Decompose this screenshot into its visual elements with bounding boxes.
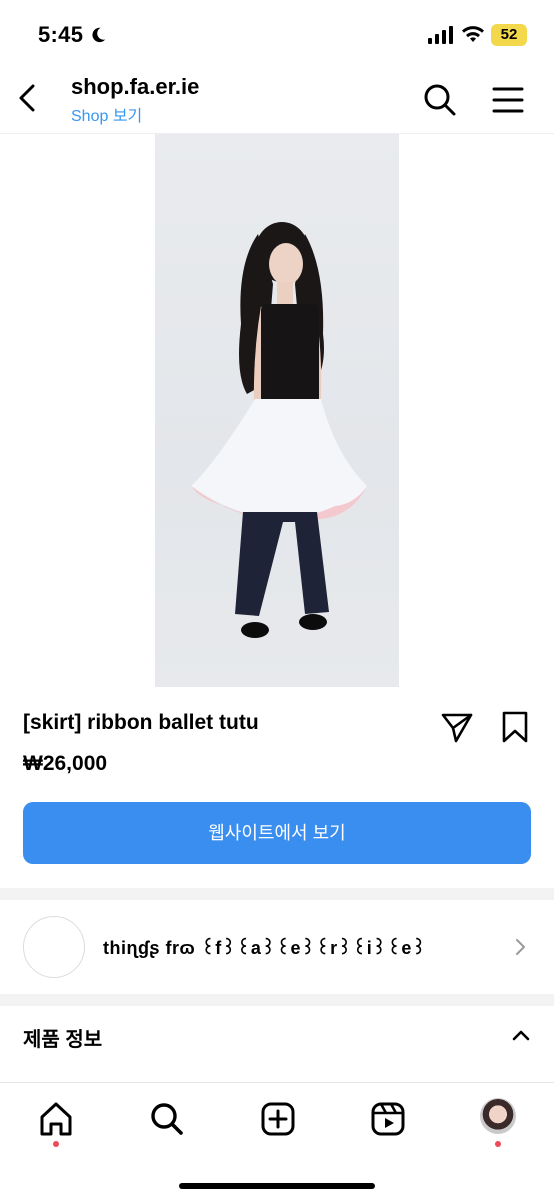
product-photo-illustration (191, 222, 367, 638)
home-notification-dot (53, 1141, 59, 1147)
home-indicator (179, 1183, 375, 1189)
product-details-title: 제품 정보 (23, 1029, 103, 1051)
status-bar: 5:45 52 (0, 0, 554, 64)
product-title: [skirt] ribbon ballet tutu (23, 711, 259, 734)
shop-handle[interactable]: shop.fa.er.ie (71, 74, 199, 100)
shop-name[interactable]: thiɳɠʂ frɷ ꒰f꒱꒰a꒱꒰e꒱꒰r꒱꒰i꒱꒰e꒱ (103, 936, 426, 959)
share-paper-plane-icon[interactable] (440, 710, 474, 744)
bookmark-icon[interactable] (500, 710, 530, 744)
bottom-navigation (0, 1082, 554, 1200)
battery-indicator: 52 (491, 24, 527, 46)
explore-search-icon[interactable] (145, 1097, 189, 1141)
create-plus-icon[interactable] (256, 1097, 300, 1141)
header: shop.fa.er.ie Shop 보기 (0, 64, 554, 134)
status-time-group: 5:45 (38, 22, 107, 48)
shop-row[interactable]: thiɳɠʂ frɷ ꒰f꒱꒰a꒱꒰e꒱꒰r꒱꒰i꒱꒰e꒱ (0, 900, 554, 994)
moon-icon (92, 27, 106, 43)
section-divider (0, 888, 554, 900)
hamburger-menu-icon[interactable] (490, 84, 526, 116)
profile-avatar[interactable] (480, 1098, 516, 1134)
product-details-section[interactable]: 제품 정보 (0, 1006, 554, 1082)
chevron-up-icon[interactable] (510, 1028, 532, 1042)
search-icon[interactable] (422, 82, 458, 118)
chevron-right-icon[interactable] (514, 937, 528, 957)
product-image[interactable] (155, 134, 399, 687)
section-divider (0, 994, 554, 1006)
view-shop-link[interactable]: Shop 보기 (71, 102, 142, 126)
home-icon[interactable] (34, 1097, 78, 1141)
product-price: ₩26,000 (23, 752, 108, 775)
view-on-website-button[interactable]: 웹사이트에서 보기 (23, 802, 531, 864)
back-arrow-icon[interactable] (12, 78, 44, 118)
shop-avatar[interactable] (23, 916, 85, 978)
signal-icon (428, 26, 453, 44)
wifi-icon (462, 26, 484, 42)
status-time: 5:45 (38, 22, 84, 47)
profile-notification-dot (495, 1141, 501, 1147)
reels-icon[interactable] (366, 1097, 410, 1141)
